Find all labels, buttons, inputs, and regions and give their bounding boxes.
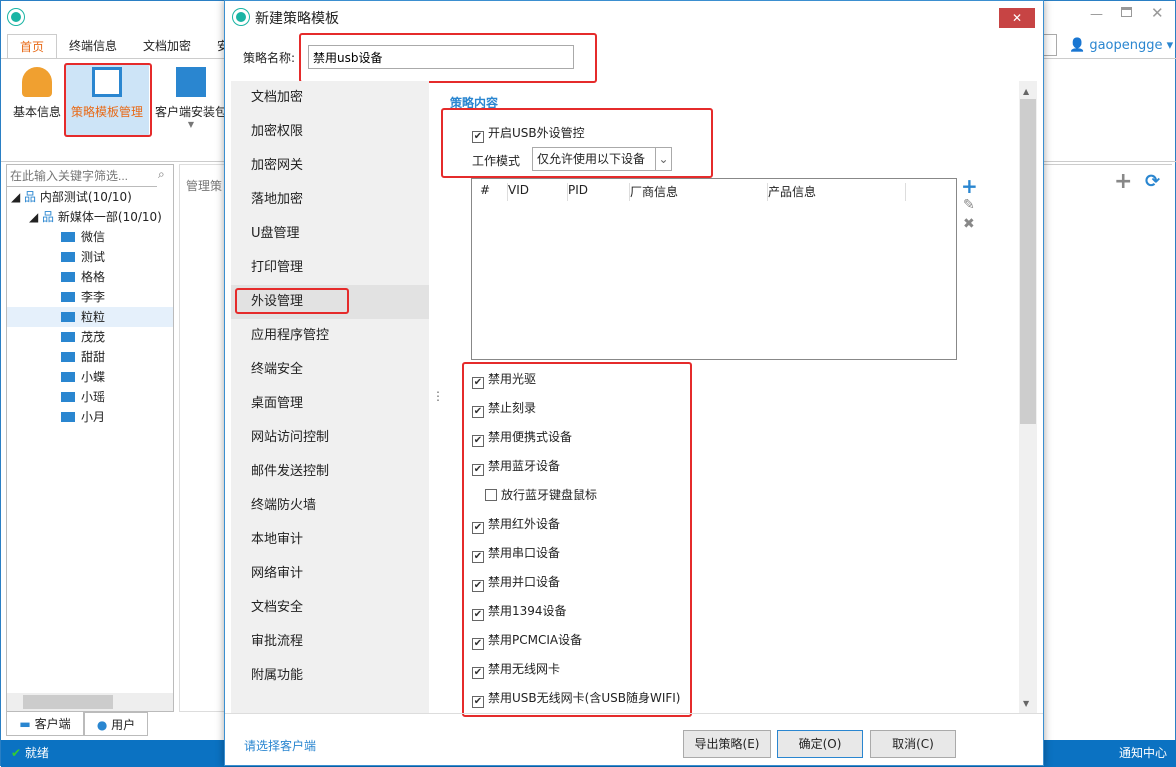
splitter-handle[interactable]: ⋮ <box>432 389 444 403</box>
highlight-box <box>64 63 152 137</box>
tab-clients[interactable]: ▬ 客户端 <box>6 712 84 736</box>
computer-icon <box>61 252 75 262</box>
tree-item[interactable]: 测试 <box>61 247 105 267</box>
nav-item[interactable]: 文档加密 <box>251 81 303 115</box>
computer-icon <box>61 352 75 362</box>
column-header[interactable]: PID <box>568 183 630 201</box>
nav-item[interactable]: 应用程序管控 <box>251 319 329 353</box>
filter-input[interactable] <box>7 165 157 187</box>
category-nav: 文档加密 加密权限 加密网关 落地加密 U盘管理 打印管理 外设管理 应用程序管控 终端安全 桌面… <box>231 81 429 713</box>
client-package-button[interactable]: 客户端安装包 ▼ <box>151 63 231 137</box>
nav-item[interactable]: 审批流程 <box>251 625 303 659</box>
nav-item[interactable]: 终端安全 <box>251 353 303 387</box>
dialog-logo-icon <box>233 9 249 25</box>
tree-item[interactable]: 小瑶 <box>61 387 105 407</box>
client-tree-panel: ⌕ ◢ 品 内部测试(10/10) ◢ 品 新媒体一部(10/10) 微信测试格… <box>6 164 174 712</box>
user-menu[interactable]: 👤 gaopengge ▾ <box>1069 38 1173 53</box>
device-table: # VID PID 厂商信息 产品信息 <box>471 178 957 360</box>
dialog-close-button[interactable]: ✕ <box>999 8 1035 28</box>
tab-users[interactable]: ● 用户 <box>84 712 148 736</box>
column-header[interactable]: 产品信息 <box>768 183 906 201</box>
app-logo-icon <box>8 9 24 25</box>
search-icon[interactable]: ⌕ <box>158 167 165 182</box>
add-device-icon[interactable]: + <box>961 174 978 198</box>
column-header[interactable]: VID <box>508 183 568 201</box>
tree-item[interactable]: 小月 <box>61 407 105 427</box>
notification-center[interactable]: 通知中心 <box>1119 740 1167 767</box>
refresh-icon[interactable]: ⟳ <box>1145 171 1160 192</box>
computer-icon <box>61 372 75 382</box>
computer-icon <box>61 232 75 242</box>
tree-item[interactable]: 茂茂 <box>61 327 105 347</box>
tree-group[interactable]: ◢ 品 新媒体一部(10/10) <box>29 207 162 227</box>
add-icon[interactable]: + <box>1114 169 1132 194</box>
tree-item[interactable]: 微信 <box>61 227 105 247</box>
nav-item[interactable]: 终端防火墙 <box>251 489 316 523</box>
tab-doc-encrypt[interactable]: 文档加密 <box>131 34 203 59</box>
ok-button[interactable]: 确定(O) <box>777 730 863 758</box>
person-icon <box>22 67 52 97</box>
computer-icon <box>61 292 75 302</box>
nav-item[interactable]: 加密网关 <box>251 149 303 183</box>
close-button[interactable]: ✕ <box>1151 4 1164 22</box>
package-icon <box>176 67 206 97</box>
computer-icon <box>61 392 75 402</box>
tree-item[interactable]: 甜甜 <box>61 347 105 367</box>
column-header[interactable]: 厂商信息 <box>630 183 768 201</box>
tab-home[interactable]: 首页 <box>7 34 58 59</box>
tree-item[interactable]: 格格 <box>61 267 105 287</box>
maximize-button[interactable] <box>1121 7 1132 17</box>
nav-item[interactable]: 桌面管理 <box>251 387 303 421</box>
dialog-title: 新建策略模板 <box>255 11 339 27</box>
nav-item[interactable]: 打印管理 <box>251 251 303 285</box>
highlight-box <box>441 108 713 178</box>
delete-icon[interactable]: ✖ <box>963 216 975 232</box>
cancel-button[interactable]: 取消(C) <box>870 730 956 758</box>
export-policy-button[interactable]: 导出策略(E) <box>683 730 771 758</box>
nav-item[interactable]: 文档安全 <box>251 591 303 625</box>
username: gaopengge <box>1089 38 1163 53</box>
nav-item[interactable]: 落地加密 <box>251 183 303 217</box>
minimize-button[interactable]: — <box>1090 7 1103 22</box>
tree-item[interactable]: 李李 <box>61 287 105 307</box>
new-policy-dialog: 新建策略模板 ✕ 策略名称: 文档加密加密权限加密网关落地加密U盘管理打印管理外… <box>224 0 1044 766</box>
nav-item[interactable]: 加密权限 <box>251 115 303 149</box>
nav-item[interactable]: U盘管理 <box>251 217 300 251</box>
computer-icon <box>61 412 75 422</box>
column-header[interactable]: # <box>480 183 508 201</box>
select-client-link[interactable]: 请选择客户端 <box>244 737 316 754</box>
computer-icon <box>61 272 75 282</box>
tab-terminal-info[interactable]: 终端信息 <box>57 34 129 59</box>
nav-item[interactable]: 附属功能 <box>251 659 303 693</box>
highlight-box <box>299 33 597 83</box>
tree-item[interactable]: 小蝶 <box>61 367 105 387</box>
name-label: 策略名称: <box>243 51 296 65</box>
edit-icon[interactable]: ✎ <box>963 197 975 213</box>
tree-item[interactable]: 粒粒 <box>7 307 173 327</box>
nav-item[interactable]: 网络审计 <box>251 557 303 591</box>
mgmt-panel: 管理策 <box>179 164 225 712</box>
nav-item[interactable]: 邮件发送控制 <box>251 455 329 489</box>
horizontal-scrollbar[interactable] <box>7 693 173 711</box>
vertical-scrollbar[interactable]: ▲ ▼ <box>1019 81 1037 713</box>
computer-icon <box>61 312 75 322</box>
user-icon: ● <box>96 718 108 732</box>
tree-root[interactable]: ◢ 品 内部测试(10/10) <box>11 187 132 207</box>
user-icon: 👤 <box>1069 38 1086 53</box>
highlight-box <box>235 288 349 314</box>
nav-item[interactable]: 网站访问控制 <box>251 421 329 455</box>
search-box[interactable] <box>1043 34 1057 56</box>
nav-item[interactable]: 本地审计 <box>251 523 303 557</box>
status-text: 就绪 <box>24 746 49 760</box>
computer-icon <box>61 332 75 342</box>
highlight-box <box>462 362 692 717</box>
